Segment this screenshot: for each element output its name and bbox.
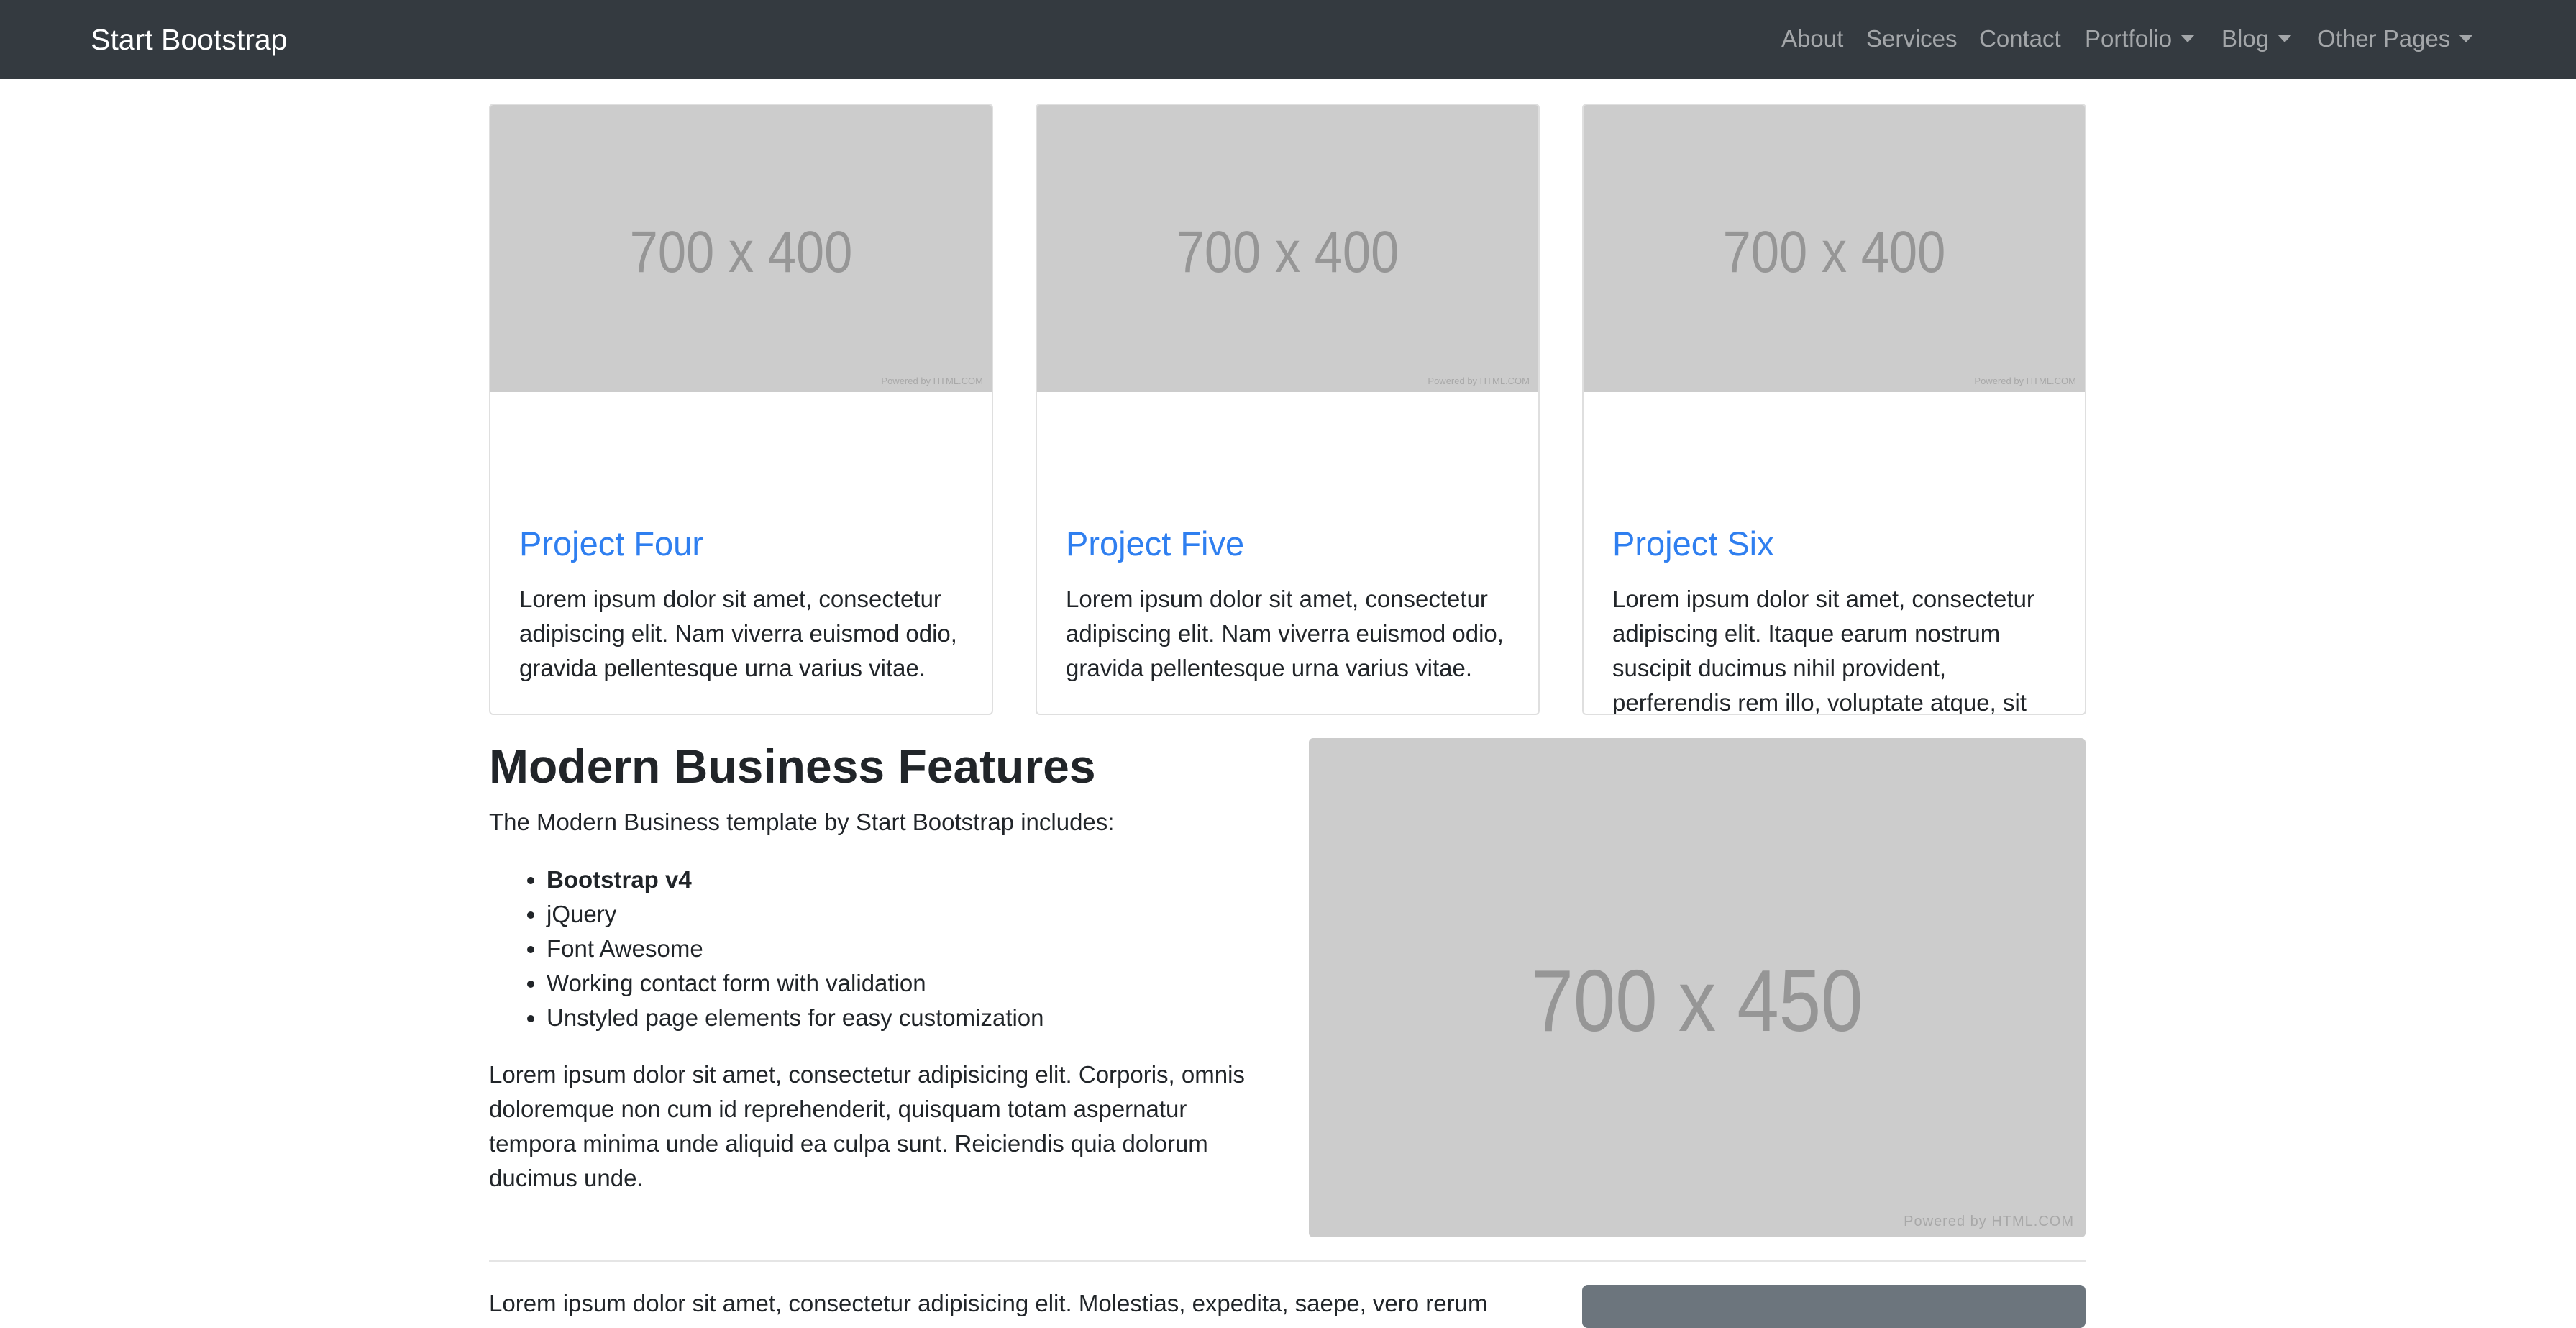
powered-by-label: Powered by HTML.COM — [881, 376, 983, 386]
nav-about[interactable]: About — [1781, 24, 1843, 53]
powered-by-label: Powered by HTML.COM — [1428, 376, 1530, 386]
features-intro: The Modern Business template by Start Bo… — [489, 809, 1115, 835]
list-item: Bootstrap v4 — [547, 863, 1044, 897]
nav-contact[interactable]: Contact — [1979, 24, 2061, 53]
chevron-down-icon — [2278, 35, 2293, 42]
list-item: jQuery — [547, 897, 1044, 932]
list-item: Unstyled page elements for easy customiz… — [547, 1001, 1044, 1035]
top-navbar: Start Bootstrap About Services Contact P… — [0, 0, 2576, 79]
nav-blog-dropdown[interactable]: Blog — [2221, 24, 2293, 53]
nav-blog-label: Blog — [2221, 25, 2270, 52]
image-placeholder-label: 700 x 450 — [1531, 952, 1863, 1050]
card-text: Lorem ipsum dolor sit amet, consectetur … — [519, 586, 957, 681]
list-item: Working contact form with validation — [547, 966, 1044, 1001]
nav-services[interactable]: Services — [1866, 24, 1958, 53]
cta-text: Lorem ipsum dolor sit amet, consectetur … — [489, 1290, 1488, 1316]
image-placeholder-label: 700 x 400 — [629, 219, 853, 285]
section-divider — [489, 1260, 2086, 1262]
powered-by-label: Powered by HTML.COM — [1974, 376, 2076, 386]
list-item: Font Awesome — [547, 932, 1044, 966]
card-title-link[interactable]: Project Four — [519, 524, 703, 564]
nav-portfolio-dropdown[interactable]: Portfolio — [2085, 24, 2196, 53]
card-image[interactable]: 700 x 400 Powered by HTML.COM — [490, 105, 992, 392]
chevron-down-icon — [2180, 35, 2196, 42]
features-body-text: Lorem ipsum dolor sit amet, consectetur … — [489, 1061, 1245, 1191]
card-text: Lorem ipsum dolor sit amet, consectetur … — [1066, 586, 1504, 681]
features-heading: Modern Business Features — [489, 740, 1096, 793]
card-text: Lorem ipsum dolor sit amet, consectetur … — [1612, 586, 2034, 715]
card-title-link[interactable]: Project Six — [1612, 524, 1774, 564]
project-card-five: 700 x 400 Powered by HTML.COM Project Fi… — [1036, 104, 1540, 715]
powered-by-label: Powered by HTML.COM — [1904, 1214, 2074, 1229]
card-image[interactable]: 700 x 400 Powered by HTML.COM — [1037, 105, 1538, 392]
features-image: 700 x 450 Powered by HTML.COM — [1309, 738, 2086, 1237]
features-list: Bootstrap v4 jQuery Font Awesome Working… — [547, 863, 1044, 1035]
card-image[interactable]: 700 x 400 Powered by HTML.COM — [1584, 105, 2085, 392]
nav-other-pages-label: Other Pages — [2317, 25, 2451, 52]
brand-link[interactable]: Start Bootstrap — [91, 20, 287, 59]
project-card-four: 700 x 400 Powered by HTML.COM Project Fo… — [489, 104, 993, 715]
cta-button[interactable] — [1582, 1285, 2086, 1328]
nav-portfolio-label: Portfolio — [2085, 25, 2173, 52]
chevron-down-icon — [2459, 35, 2474, 42]
image-placeholder-label: 700 x 400 — [1176, 219, 1399, 285]
image-placeholder-label: 700 x 400 — [1722, 219, 1946, 285]
card-title-link[interactable]: Project Five — [1066, 524, 1244, 564]
project-card-six: 700 x 400 Powered by HTML.COM Project Si… — [1582, 104, 2086, 715]
nav-other-pages-dropdown[interactable]: Other Pages — [2317, 24, 2474, 53]
